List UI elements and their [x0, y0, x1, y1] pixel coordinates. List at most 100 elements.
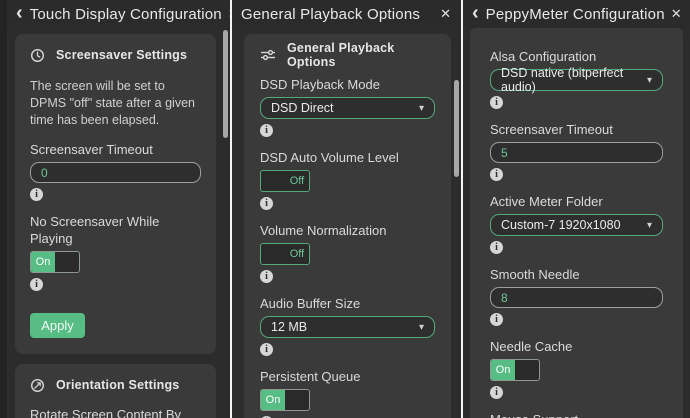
- field-control: [490, 287, 663, 308]
- field-rotate-screen-content-by: Rotate Screen Content By0°▾i: [30, 406, 201, 418]
- page-title: PeppyMeter Configuration: [486, 6, 665, 23]
- field-control: Custom-7 1920x1080 ▾: [490, 214, 663, 236]
- panel-peppymeter: ‹ PeppyMeter Configuration ✕ Alsa Config…: [463, 0, 690, 418]
- close-icon[interactable]: ✕: [222, 6, 230, 22]
- toggle-label: [55, 252, 79, 272]
- info-icon[interactable]: i: [490, 241, 503, 254]
- back-icon[interactable]: ‹: [472, 3, 479, 23]
- panel-touch-display: ‹ Touch Display Configuration ✕ Screensa…: [0, 0, 230, 418]
- card-header: Orientation Settings: [30, 376, 201, 394]
- field-active-meter-folder: Active Meter Folder Custom-7 1920x1080 ▾ i: [490, 193, 663, 254]
- info-icon[interactable]: i: [260, 197, 273, 210]
- toggle-knob: [261, 244, 285, 264]
- screensaver-timeout-input[interactable]: [30, 162, 201, 183]
- settings-card: Screensaver Settings The screen will be s…: [15, 34, 216, 354]
- info-icon[interactable]: i: [490, 313, 503, 326]
- alsa-configuration-select[interactable]: DSD native (bitperfect audio)▾: [490, 69, 663, 91]
- card-header: General Playback Options: [260, 46, 435, 64]
- field-control: [490, 142, 663, 163]
- dsd-auto-volume-level-toggle[interactable]: Off: [260, 170, 310, 192]
- sliders-icon: [260, 48, 276, 62]
- field-control: DSD native (bitperfect audio)▾: [490, 69, 663, 91]
- field-control: On: [490, 359, 663, 381]
- field-label: Smooth Needle: [490, 266, 663, 283]
- field-control: On: [30, 251, 201, 273]
- toggle-knob: On: [491, 360, 515, 380]
- apply-button[interactable]: Apply: [30, 313, 85, 338]
- close-icon[interactable]: ✕: [665, 6, 682, 22]
- field-label: No Screensaver While Playing: [30, 213, 201, 247]
- info-icon[interactable]: i: [490, 386, 503, 399]
- field-needle-cache: Needle Cache On i: [490, 338, 663, 399]
- field-mouse-support: Mouse SupportOffi: [490, 411, 663, 418]
- info-icon[interactable]: i: [260, 270, 273, 283]
- chevron-down-icon: ▾: [419, 322, 424, 333]
- button-field: Apply: [30, 313, 201, 338]
- select-value: DSD Direct: [271, 101, 334, 115]
- screensaver-timeout-input[interactable]: [490, 142, 663, 163]
- chevron-down-icon: ▾: [419, 103, 424, 114]
- persistent-queue-toggle[interactable]: On: [260, 389, 310, 411]
- field-label: Persistent Queue: [260, 368, 435, 385]
- info-icon[interactable]: i: [490, 168, 503, 181]
- field-screensaver-timeout: Screensaver Timeouti: [30, 141, 201, 201]
- select-value: DSD native (bitperfect audio): [501, 66, 647, 94]
- active-meter-folder-select[interactable]: Custom-7 1920x1080 ▾: [490, 214, 663, 236]
- panel-body: Screensaver Settings The screen will be s…: [7, 34, 230, 418]
- field-audio-buffer-size: Audio Buffer Size12 MB▾i: [260, 295, 435, 356]
- toggle-knob: [261, 171, 285, 191]
- field-control: [30, 162, 201, 183]
- dsd-playback-mode-select[interactable]: DSD Direct ▾: [260, 97, 435, 119]
- smooth-needle-input[interactable]: [490, 287, 663, 308]
- field-control: On: [260, 389, 435, 411]
- panel-body: General Playback Options DSD Playback Mod…: [232, 34, 461, 418]
- page-title: Touch Display Configuration: [30, 6, 222, 23]
- field-dsd-auto-volume-level: DSD Auto Volume LevelOffi: [260, 149, 435, 210]
- field-control: 12 MB▾: [260, 316, 435, 338]
- card-title: Screensaver Settings: [56, 48, 187, 62]
- panel-general-playback: General Playback Options ✕ General Playb…: [232, 0, 461, 418]
- volume-normalization-toggle[interactable]: Off: [260, 243, 310, 265]
- field-label: Needle Cache: [490, 338, 663, 355]
- field-label: Active Meter Folder: [490, 193, 663, 210]
- info-icon[interactable]: i: [30, 278, 43, 291]
- field-volume-normalization: Volume Normalization Offi: [260, 222, 435, 283]
- card-title: General Playback Options: [287, 41, 435, 69]
- settings-card: Alsa ConfigurationDSD native (bitperfect…: [470, 28, 683, 418]
- toggle-label: [285, 390, 309, 410]
- field-smooth-needle: Smooth Needle i: [490, 266, 663, 326]
- info-icon[interactable]: i: [260, 124, 273, 137]
- scrollbar-thumb[interactable]: [223, 30, 228, 138]
- needle-cache-toggle[interactable]: On: [490, 359, 540, 381]
- chevron-down-icon: ▾: [647, 75, 652, 86]
- audio-buffer-size-select[interactable]: 12 MB▾: [260, 316, 435, 338]
- field-control: DSD Direct ▾: [260, 97, 435, 119]
- no-screensaver-while-playing-toggle[interactable]: On: [30, 251, 80, 273]
- back-icon[interactable]: ‹: [16, 3, 23, 23]
- screensaver-icon: [30, 48, 45, 63]
- field-label: Alsa Configuration: [490, 48, 663, 65]
- toggle-label: Off: [285, 244, 309, 264]
- field-label: Screensaver Timeout: [490, 121, 663, 138]
- info-icon[interactable]: i: [30, 188, 43, 201]
- chevron-down-icon: ▾: [647, 220, 652, 231]
- info-icon[interactable]: i: [490, 96, 503, 109]
- select-value: Custom-7 1920x1080: [501, 218, 621, 232]
- field-label: Volume Normalization: [260, 222, 435, 239]
- card-header: Screensaver Settings: [30, 46, 201, 64]
- field-control: Off: [260, 170, 435, 192]
- field-label: DSD Playback Mode: [260, 76, 435, 93]
- settings-card: General Playback Options DSD Playback Mod…: [244, 34, 451, 418]
- close-icon[interactable]: ✕: [434, 6, 451, 22]
- panel-body: Alsa ConfigurationDSD native (bitperfect…: [463, 28, 690, 418]
- field-dsd-playback-mode: DSD Playback Mode DSD Direct ▾ i: [260, 76, 435, 137]
- panel-header: General Playback Options ✕: [232, 0, 461, 28]
- field-control: Off: [260, 243, 435, 265]
- field-persistent-queue: Persistent QueueOni: [260, 368, 435, 418]
- field-alsa-configuration: Alsa ConfigurationDSD native (bitperfect…: [490, 48, 663, 109]
- toggle-knob: On: [31, 252, 55, 272]
- scrollbar-thumb[interactable]: [454, 80, 459, 177]
- info-icon[interactable]: i: [260, 343, 273, 356]
- field-label: Rotate Screen Content By: [30, 406, 201, 418]
- description-text: The screen will be set to DPMS "off" sta…: [30, 78, 201, 129]
